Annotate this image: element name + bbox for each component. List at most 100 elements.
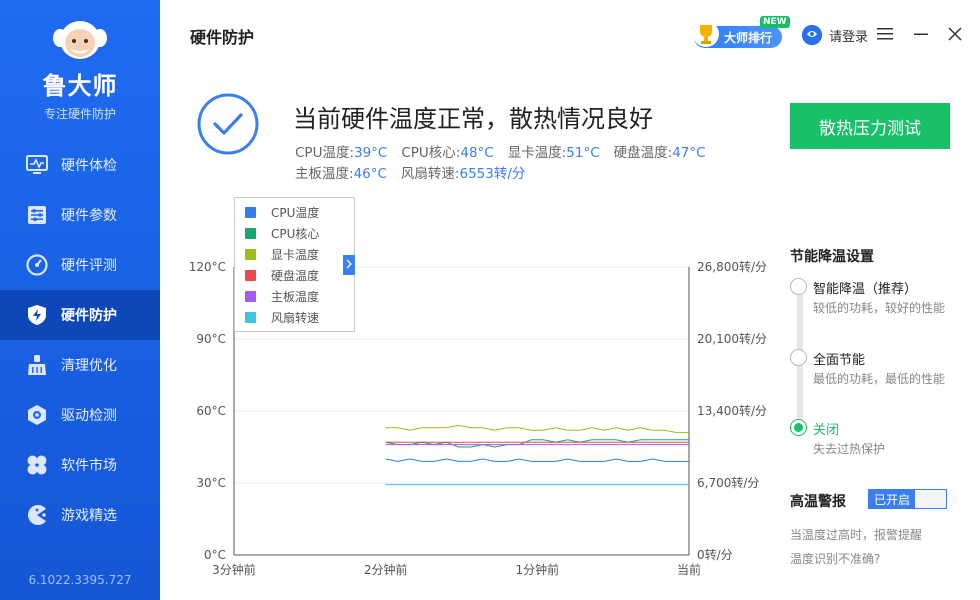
sidebar-item-label: 硬件评测: [61, 258, 117, 274]
sidebar-item-label: 软件市场: [61, 458, 117, 474]
x-axis-tick-label: 3分钟前: [212, 562, 256, 577]
login-label: 请登录: [829, 29, 869, 45]
sidebar-item-hardware-checkup[interactable]: 硬件体检: [0, 140, 160, 190]
alarm-description: 当温度过高时，报警提醒: [790, 528, 923, 542]
legend-item: CPU温度: [245, 202, 354, 223]
rank-button[interactable]: 大师排行: [693, 21, 782, 48]
sidebar-item-label: 游戏精选: [61, 508, 117, 524]
status-check-icon: [197, 93, 259, 155]
legend-swatch: [245, 312, 256, 323]
reading-label: 主板温度:: [295, 166, 354, 182]
readings-row-2: 主板温度:46°C 风扇转速:6553转/分: [295, 164, 765, 185]
sidebar-item-games[interactable]: 游戏精选: [0, 490, 160, 540]
sidebar-item-driver-check[interactable]: 驱动检测: [0, 390, 160, 440]
legend-label: CPU温度: [271, 206, 320, 220]
sidebar-item-hardware-benchmark[interactable]: 硬件评测: [0, 240, 160, 290]
option-label: 全面节能: [813, 353, 866, 368]
radio-button[interactable]: [790, 349, 807, 366]
sidebar-item-cleanup[interactable]: 清理优化: [0, 340, 160, 390]
app-name: 鲁大师: [42, 72, 118, 100]
clover-icon: [26, 454, 48, 476]
left-axis-tick-label: 0°C: [204, 548, 226, 562]
stress-test-button[interactable]: 散热压力测试: [790, 103, 950, 149]
series-line: [385, 439, 689, 448]
app-logo: 鲁大师 专注硬件防护: [0, 14, 160, 122]
login-button[interactable]: 请登录: [802, 25, 868, 45]
menu-button[interactable]: [874, 24, 896, 46]
sliders-icon: [26, 204, 48, 226]
legend-item: 风扇转速: [245, 307, 354, 328]
option-label: 智能降温（推荐）: [813, 282, 918, 297]
sidebar-item-label: 驱动检测: [61, 408, 117, 424]
alarm-toggle[interactable]: 已开启: [868, 489, 947, 509]
monitor-pulse-icon: [26, 154, 48, 176]
speedometer-icon: [26, 254, 48, 276]
legend-collapse-button[interactable]: [343, 255, 355, 275]
app-version: 6.1022.3395.727: [28, 573, 132, 587]
page-title: 硬件防护: [190, 28, 255, 47]
close-icon: [948, 26, 962, 45]
sidebar-item-label: 清理优化: [61, 358, 117, 374]
legend-swatch: [245, 207, 256, 218]
legend-item: 显卡温度: [245, 244, 354, 265]
reading-label: 硬盘温度:: [613, 145, 673, 161]
chart-legend: CPU温度 CPU核心 显卡温度 硬盘温度 主板温度 风扇转速: [234, 197, 355, 332]
minimize-icon: [914, 26, 928, 45]
broom-icon: [26, 354, 48, 376]
toggle-on-label: 已开启: [869, 490, 915, 508]
left-axis-tick-label: 30°C: [196, 476, 226, 490]
temperature-readings: CPU温度:39°C CPU核心:48°C 显卡温度:51°C 硬盘温度:47°C 主…: [295, 143, 765, 185]
legend-label: 主板温度: [271, 290, 320, 304]
legend-label: 硬盘温度: [271, 269, 320, 283]
high-temp-alarm-title: 高温警报: [790, 494, 846, 510]
right-axis-tick-label: 13,400转/分: [697, 403, 767, 418]
reading-label: CPU温度:: [295, 145, 354, 161]
temp-inaccurate-link[interactable]: 温度识别不准确?: [790, 550, 880, 567]
option-desc: 失去过热保护: [813, 442, 886, 456]
sidebar-item-software-market[interactable]: 软件市场: [0, 440, 160, 490]
readings-row-1: CPU温度:39°C CPU核心:48°C 显卡温度:51°C 硬盘温度:47°C: [295, 143, 765, 164]
sidebar-item-label: 硬件防护: [61, 308, 117, 324]
x-axis-tick-label: 当前: [677, 562, 701, 577]
status-title: 当前硬件温度正常，散热情况良好: [293, 105, 653, 133]
sidebar-item-label: 硬件参数: [61, 208, 117, 224]
option-desc: 较低的功耗，较好的性能: [813, 301, 946, 315]
left-axis-tick-label: 120°C: [189, 260, 226, 274]
reading-label: CPU核心:: [401, 145, 461, 161]
legend-label: CPU核心: [271, 227, 320, 241]
rank-label: 大师排行: [724, 30, 773, 45]
cpu-temp-value: 39°C: [354, 145, 388, 161]
series-line: [385, 458, 689, 462]
chevron-right-icon: [346, 259, 352, 272]
legend-label: 显卡温度: [271, 248, 320, 262]
legend-label: 风扇转速: [271, 311, 320, 325]
legend-swatch: [245, 291, 256, 302]
right-axis-tick-label: 0转/分: [697, 547, 733, 562]
gear-hex-icon: [26, 404, 48, 426]
cpu-core-value: 48°C: [460, 145, 494, 161]
sidebar-item-hardware-params[interactable]: 硬件参数: [0, 190, 160, 240]
legend-swatch: [245, 228, 256, 239]
radio-button-checked[interactable]: [790, 419, 807, 436]
right-axis-tick-label: 6,700转/分: [697, 475, 759, 490]
app-tagline: 专注硬件防护: [43, 107, 116, 121]
shield-bolt-icon: [26, 304, 48, 326]
new-badge: NEW: [760, 16, 790, 28]
option-label: 关闭: [813, 423, 840, 438]
gpu-temp-value: 51°C: [566, 145, 600, 161]
disk-temp-value: 47°C: [672, 145, 706, 161]
sidebar-item-hardware-protection[interactable]: 硬件防护: [0, 290, 160, 340]
sidebar-item-label: 硬件体检: [61, 158, 117, 174]
close-button[interactable]: [944, 24, 966, 46]
legend-item: CPU核心: [245, 223, 354, 244]
x-axis-tick-label: 1分钟前: [516, 562, 560, 577]
toggle-off-area: [915, 490, 946, 508]
x-axis-tick-label: 2分钟前: [364, 562, 408, 577]
minimize-button[interactable]: [910, 24, 932, 46]
reading-label: 显卡温度:: [507, 145, 567, 161]
left-axis-tick-label: 60°C: [196, 404, 226, 418]
pacman-icon: [26, 504, 48, 526]
legend-item: 主板温度: [245, 286, 354, 307]
radio-button[interactable]: [790, 278, 807, 295]
left-axis-tick-label: 90°C: [196, 332, 226, 346]
